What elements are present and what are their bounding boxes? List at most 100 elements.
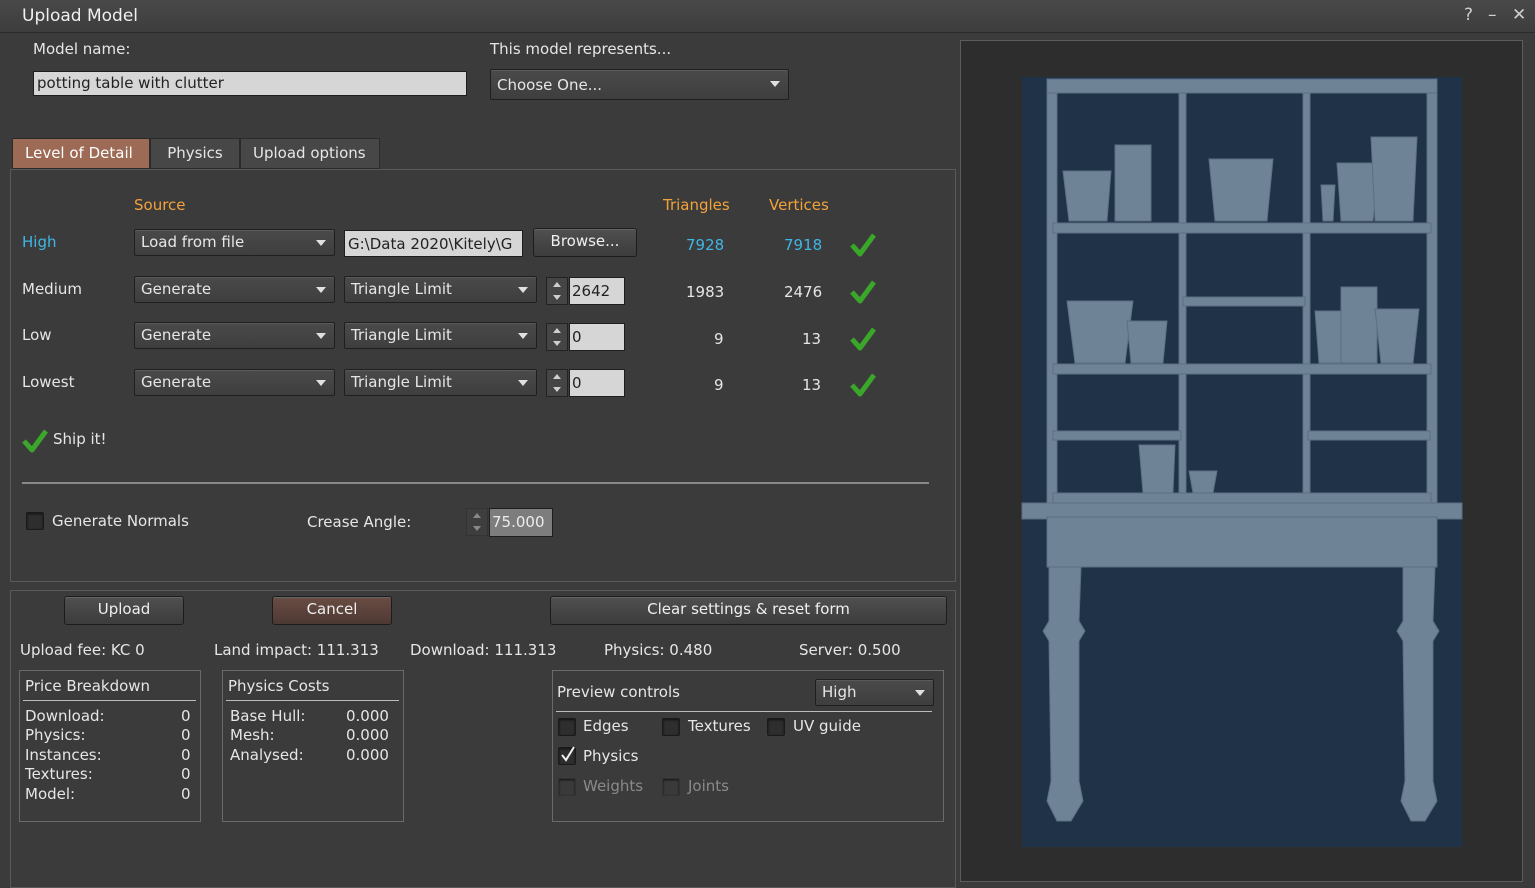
checkmark-icon (850, 233, 876, 257)
model-preview-viewport[interactable] (960, 40, 1523, 882)
lod-medium-mode-dropdown[interactable]: Triangle Limit (344, 276, 537, 303)
lod-high-vertices: 7918 (784, 236, 823, 254)
lod-low-mode-value: Triangle Limit (351, 326, 452, 344)
crease-angle-input[interactable]: 75.000 (489, 508, 553, 537)
checkmark-icon (850, 373, 876, 397)
minimize-icon[interactable]: – (1488, 5, 1497, 25)
physics-checkbox[interactable] (558, 746, 576, 765)
chevron-down-icon (518, 380, 528, 386)
chevron-down-icon (770, 81, 780, 87)
lod-low-source-value: Generate (141, 326, 212, 344)
lod-lowest-label: Lowest (22, 373, 75, 391)
lod-high-label: High (22, 233, 57, 251)
lod-lowest-spinner[interactable] (546, 369, 568, 397)
window-title: Upload Model (22, 6, 139, 26)
lod-medium-limit-input[interactable]: 2642 (569, 277, 625, 305)
upload-button[interactable]: Upload (64, 596, 184, 625)
price-row-value: 0 (181, 746, 191, 764)
physics-row-value: 0.000 (346, 707, 389, 725)
weights-checkbox[interactable] (558, 778, 576, 796)
lod-low-source-dropdown[interactable]: Generate (134, 322, 335, 349)
uv-guide-label: UV guide (793, 717, 861, 735)
lod-lowest-source-dropdown[interactable]: Generate (134, 369, 335, 396)
vertices-header: Vertices (769, 196, 829, 214)
price-row-value: 0 (181, 765, 191, 783)
lod-low-limit-input[interactable]: 0 (569, 323, 625, 351)
cancel-button[interactable]: Cancel (272, 596, 392, 625)
price-row-label: Download: (25, 707, 105, 725)
represents-value: Choose One... (497, 76, 602, 94)
tab-upload-options[interactable]: Upload options (240, 138, 380, 169)
source-header: Source (134, 196, 186, 214)
land-impact: Land impact: 111.313 (214, 641, 379, 659)
upload-fee: Upload fee: KC 0 (20, 641, 145, 659)
reset-form-button[interactable]: Clear settings & reset form (550, 596, 947, 625)
represents-dropdown[interactable]: Choose One... (490, 69, 789, 100)
chevron-down-icon (316, 287, 326, 293)
tab-physics[interactable]: Physics (150, 138, 240, 169)
chevron-down-icon (518, 287, 528, 293)
preview-lod-dropdown[interactable]: High (815, 679, 934, 706)
edges-checkbox[interactable] (558, 718, 576, 736)
lod-medium-source-dropdown[interactable]: Generate (134, 276, 335, 303)
lod-lowest-mode-value: Triangle Limit (351, 373, 452, 391)
lod-medium-label: Medium (22, 280, 82, 298)
divider (23, 700, 196, 701)
model-name-input[interactable]: potting table with clutter (33, 71, 467, 96)
divider (226, 700, 399, 701)
triangles-header: Triangles (663, 196, 730, 214)
joints-label: Joints (688, 777, 729, 795)
check-icon (561, 746, 575, 762)
price-row-label: Physics: (25, 726, 86, 744)
lod-low-triangles: 9 (714, 330, 724, 348)
price-row-value: 0 (181, 726, 191, 744)
browse-button[interactable]: Browse... (533, 228, 637, 257)
physics-row-value: 0.000 (346, 726, 389, 744)
price-row-label: Model: (25, 785, 76, 803)
checkmark-icon (850, 280, 876, 304)
divider (556, 711, 932, 712)
upload-model-window: Upload Model ? – ✕ Model name: potting t… (0, 0, 1535, 888)
lod-lowest-limit-input[interactable]: 0 (569, 369, 625, 397)
physics-cost: Physics: 0.480 (604, 641, 713, 659)
lod-medium-source-value: Generate (141, 280, 212, 298)
ship-it-check-icon (22, 429, 48, 453)
price-row-value: 0 (181, 785, 191, 803)
lod-low-mode-dropdown[interactable]: Triangle Limit (344, 322, 537, 349)
checkmark-icon (850, 327, 876, 351)
crease-angle-spinner[interactable] (466, 508, 488, 536)
physics-row-value: 0.000 (346, 746, 389, 764)
close-icon[interactable]: ✕ (1512, 5, 1526, 25)
model-name-label: Model name: (33, 40, 131, 58)
price-row-label: Instances: (25, 746, 102, 764)
textures-checkbox[interactable] (662, 718, 680, 736)
server-cost: Server: 0.500 (799, 641, 901, 659)
physics-row-label: Base Hull: (230, 707, 306, 725)
title-bar[interactable]: Upload Model ? – ✕ (0, 0, 1535, 33)
lod-high-source-dropdown[interactable]: Load from file (134, 229, 335, 256)
joints-checkbox[interactable] (662, 778, 680, 796)
lod-high-source-value: Load from file (141, 233, 245, 251)
preview-lod-value: High (822, 683, 857, 701)
lod-low-spinner[interactable] (546, 323, 568, 351)
lod-lowest-vertices: 13 (802, 376, 822, 394)
chevron-down-icon (316, 333, 326, 339)
uv-guide-checkbox[interactable] (767, 718, 785, 736)
ship-it-label: Ship it! (53, 430, 107, 448)
chevron-down-icon (316, 240, 326, 246)
lod-lowest-mode-dropdown[interactable]: Triangle Limit (344, 369, 537, 396)
lod-lowest-triangles: 9 (714, 376, 724, 394)
lod-medium-spinner[interactable] (546, 277, 568, 305)
generate-normals-label: Generate Normals (52, 512, 189, 530)
lod-high-file-path[interactable]: G:\Data 2020\Kitely\G (344, 230, 523, 257)
generate-normals-checkbox[interactable] (26, 512, 44, 530)
price-row-label: Textures: (25, 765, 93, 783)
help-icon[interactable]: ? (1464, 5, 1473, 25)
textures-label: Textures (688, 717, 751, 735)
lod-high-triangles: 7928 (686, 236, 725, 254)
lod-low-vertices: 13 (802, 330, 822, 348)
crease-angle-label: Crease Angle: (307, 513, 412, 531)
lod-medium-triangles: 1983 (686, 283, 725, 301)
physics-label: Physics (583, 747, 639, 765)
tab-level-of-detail[interactable]: Level of Detail (12, 138, 150, 169)
